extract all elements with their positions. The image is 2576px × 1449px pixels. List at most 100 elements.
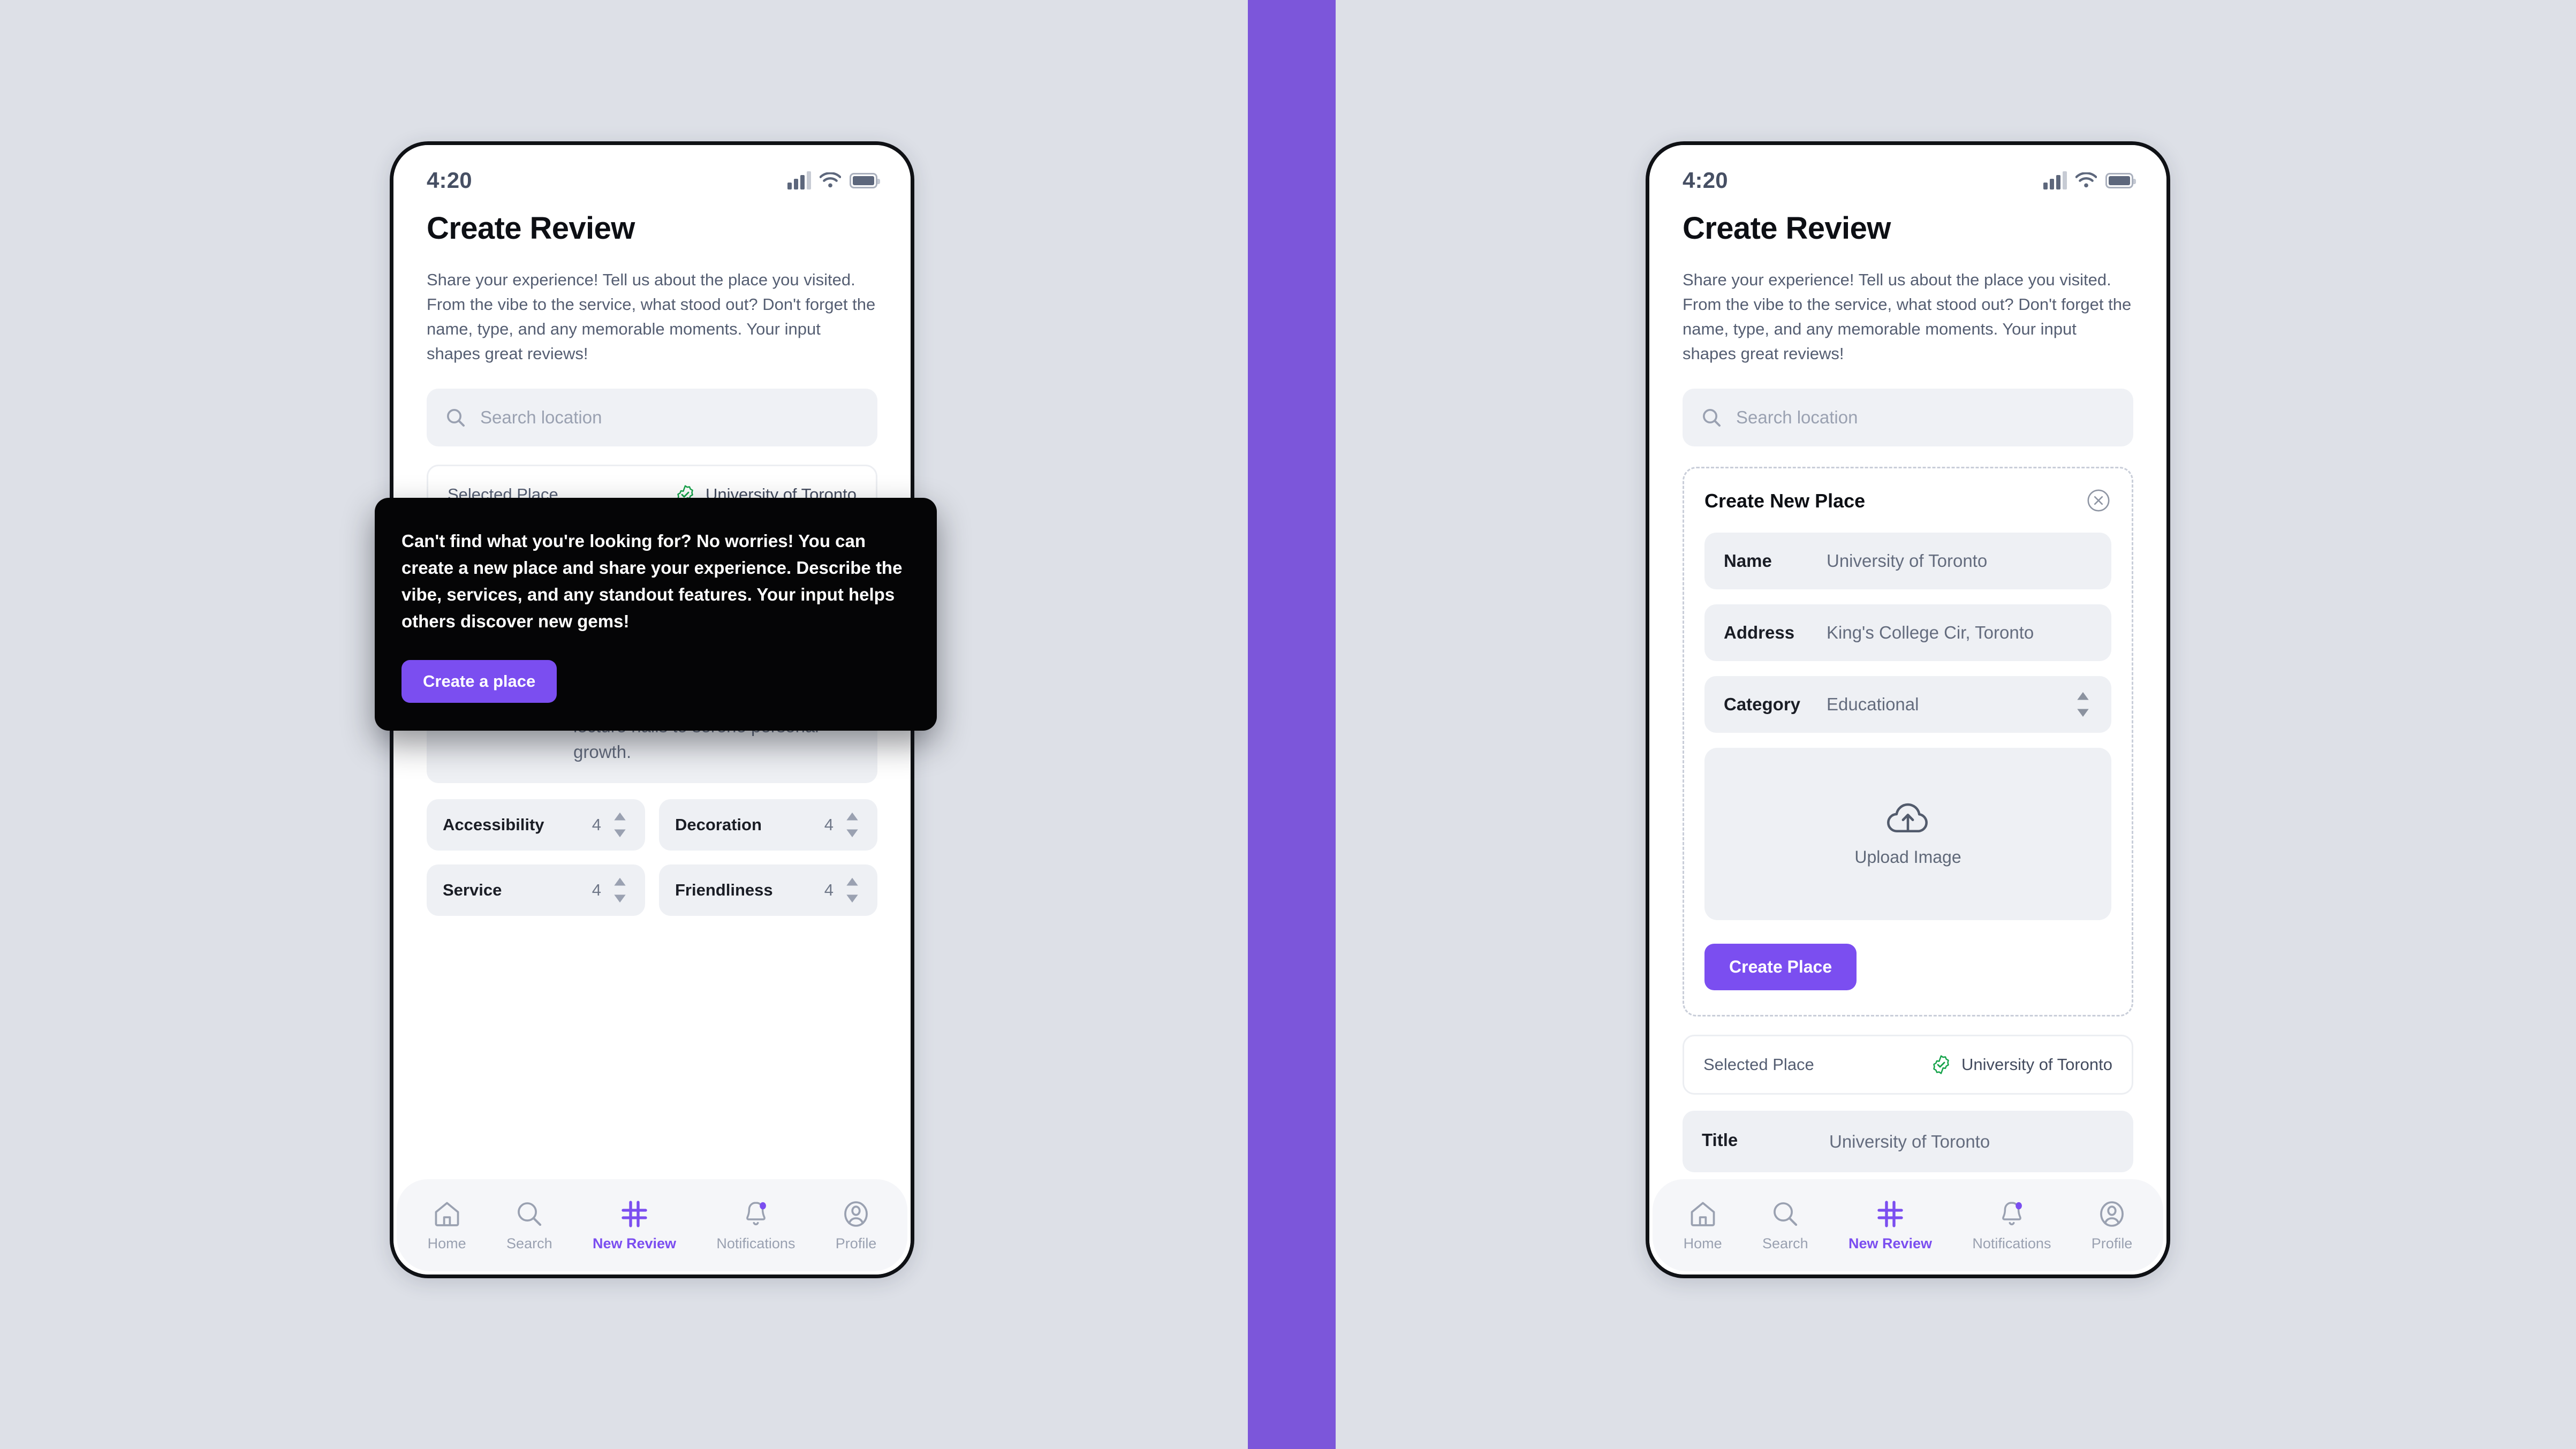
nav-label: Profile bbox=[2091, 1235, 2133, 1251]
place-category-value[interactable]: Educational bbox=[1827, 694, 2074, 715]
search-icon bbox=[1773, 1202, 1797, 1226]
stepper-arrows-icon[interactable] bbox=[843, 876, 861, 905]
create-a-place-button[interactable]: Create a place bbox=[401, 659, 557, 703]
nav-label: Profile bbox=[835, 1235, 877, 1251]
place-name-field[interactable]: Name University of Toronto bbox=[1704, 532, 2111, 589]
place-name-value[interactable]: University of Toronto bbox=[1827, 551, 2092, 571]
background-accent-strip bbox=[1248, 0, 1336, 1449]
selected-place-label: Selected Place bbox=[1703, 1054, 1814, 1074]
battery-icon bbox=[2105, 172, 2136, 188]
wifi-icon bbox=[820, 172, 841, 188]
place-category-select[interactable]: Category Educational bbox=[1704, 676, 2111, 733]
nav-item-notifications[interactable]: Notifications bbox=[716, 1199, 795, 1252]
rating-label: Friendliness bbox=[675, 880, 773, 899]
place-address-field[interactable]: Address King's College Cir, Toronto bbox=[1704, 604, 2111, 661]
app-screen-right: 4:20 Create Review Share your experience… bbox=[1649, 145, 2166, 1274]
place-address-value[interactable]: King's College Cir, Toronto bbox=[1827, 623, 2092, 643]
status-time: 4:20 bbox=[1683, 168, 1728, 193]
search-input-placeholder[interactable]: Search location bbox=[1736, 407, 1858, 428]
place-name-label: Name bbox=[1724, 550, 1772, 571]
search-location-field[interactable]: Search location bbox=[427, 388, 877, 446]
nav-item-profile[interactable]: Profile bbox=[2091, 1199, 2133, 1252]
create-new-place-title: Create New Place bbox=[1704, 489, 1866, 512]
bottom-navigation-bar: Home Search New Review Notifications Pro… bbox=[1653, 1179, 2163, 1271]
stepper-arrows-icon[interactable] bbox=[843, 810, 861, 839]
cellular-signal-icon bbox=[2043, 171, 2067, 189]
verified-badge-icon bbox=[1933, 1054, 1949, 1074]
user-circle-icon bbox=[2100, 1201, 2124, 1227]
nav-label: Search bbox=[506, 1235, 552, 1251]
nav-item-profile[interactable]: Profile bbox=[835, 1199, 877, 1252]
rating-label: Decoration bbox=[675, 815, 762, 834]
create-new-place-header: Create New Place bbox=[1704, 488, 2111, 513]
search-icon bbox=[517, 1202, 541, 1226]
stepper-arrows-icon[interactable] bbox=[611, 876, 629, 905]
nav-label: New Review bbox=[1848, 1235, 1933, 1251]
upload-image-label: Upload Image bbox=[1854, 847, 1961, 867]
close-circle-icon[interactable] bbox=[2086, 488, 2111, 513]
nav-item-home[interactable]: Home bbox=[428, 1199, 466, 1252]
selected-place-value-group: University of Toronto bbox=[1930, 1054, 2112, 1075]
rating-label: Accessibility bbox=[443, 815, 544, 834]
rating-stepper[interactable]: Accessibility 4 bbox=[427, 799, 645, 851]
status-icons bbox=[787, 171, 880, 189]
wifi-icon bbox=[2075, 172, 2097, 188]
nav-item-new-review[interactable]: New Review bbox=[1848, 1199, 1932, 1252]
place-address-label: Address bbox=[1724, 622, 1795, 642]
ratings-grid: Accessibility 4 Decoration 4 Service 4 F… bbox=[427, 799, 877, 916]
user-circle-icon bbox=[844, 1201, 868, 1227]
search-icon bbox=[1703, 408, 1721, 427]
phone-mockup-right: 4:20 Create Review Share your experience… bbox=[1646, 141, 2170, 1278]
nav-label: Home bbox=[427, 1235, 466, 1251]
nav-item-search[interactable]: Search bbox=[1762, 1199, 1808, 1252]
rating-stepper[interactable]: Decoration 4 bbox=[659, 799, 877, 851]
status-bar: 4:20 bbox=[1649, 145, 2166, 201]
rating-value: 4 bbox=[824, 880, 834, 899]
nav-item-notifications[interactable]: Notifications bbox=[1972, 1199, 2051, 1252]
page-description: Share your experience! Tell us about the… bbox=[1683, 270, 2132, 363]
review-title-value[interactable]: University of Toronto bbox=[1829, 1129, 2114, 1155]
page-title: Create Review bbox=[1683, 211, 1891, 246]
create-place-button[interactable]: Create Place bbox=[1704, 943, 1857, 990]
nav-item-home[interactable]: Home bbox=[1684, 1199, 1722, 1252]
battery-icon bbox=[850, 172, 880, 188]
nav-item-new-review[interactable]: New Review bbox=[593, 1199, 676, 1252]
rating-value: 4 bbox=[592, 880, 601, 899]
search-input-placeholder[interactable]: Search location bbox=[480, 407, 602, 428]
selected-place-row: Selected Place University of Toronto bbox=[1683, 1034, 2133, 1095]
screen-content: Create Review Share your experience! Tel… bbox=[1649, 201, 2166, 1179]
rating-value: 4 bbox=[824, 815, 834, 834]
nav-label: Notifications bbox=[716, 1235, 795, 1251]
hash-icon bbox=[622, 1200, 647, 1227]
nav-label: Home bbox=[1683, 1235, 1722, 1251]
bell-icon bbox=[746, 1201, 766, 1225]
cellular-signal-icon bbox=[787, 171, 811, 189]
upload-image-dropzone[interactable]: Upload Image bbox=[1704, 747, 2111, 920]
rating-label: Service bbox=[443, 880, 502, 899]
place-category-label: Category bbox=[1724, 694, 1801, 714]
status-time: 4:20 bbox=[427, 168, 472, 193]
bell-icon bbox=[2002, 1201, 2022, 1225]
rating-stepper[interactable]: Friendliness 4 bbox=[659, 864, 877, 916]
cloud-upload-icon bbox=[1887, 803, 1928, 833]
home-icon bbox=[435, 1202, 459, 1226]
search-icon bbox=[447, 408, 465, 427]
page-description: Share your experience! Tell us about the… bbox=[427, 270, 876, 363]
nav-item-search[interactable]: Search bbox=[506, 1199, 552, 1252]
status-icons bbox=[2043, 171, 2136, 189]
nav-label: New Review bbox=[592, 1235, 677, 1251]
stepper-arrows-icon[interactable] bbox=[611, 810, 629, 839]
nav-label: Search bbox=[1762, 1235, 1808, 1251]
stepper-arrows-icon[interactable] bbox=[2074, 690, 2092, 719]
create-new-place-card: Create New Place Name University of Toro… bbox=[1683, 466, 2133, 1016]
rating-stepper[interactable]: Service 4 bbox=[427, 864, 645, 916]
tooltip-text: Can't find what you're looking for? No w… bbox=[401, 531, 903, 632]
page-title: Create Review bbox=[427, 211, 635, 246]
selected-place-value: University of Toronto bbox=[1961, 1054, 2112, 1074]
search-location-field[interactable]: Search location bbox=[1683, 388, 2133, 446]
review-title-field[interactable]: Title University of Toronto bbox=[1683, 1110, 2133, 1173]
review-title-label: Title bbox=[1702, 1129, 1738, 1150]
hash-icon bbox=[1877, 1200, 1903, 1227]
nav-label: Notifications bbox=[1972, 1235, 2051, 1251]
status-bar: 4:20 bbox=[393, 145, 911, 201]
